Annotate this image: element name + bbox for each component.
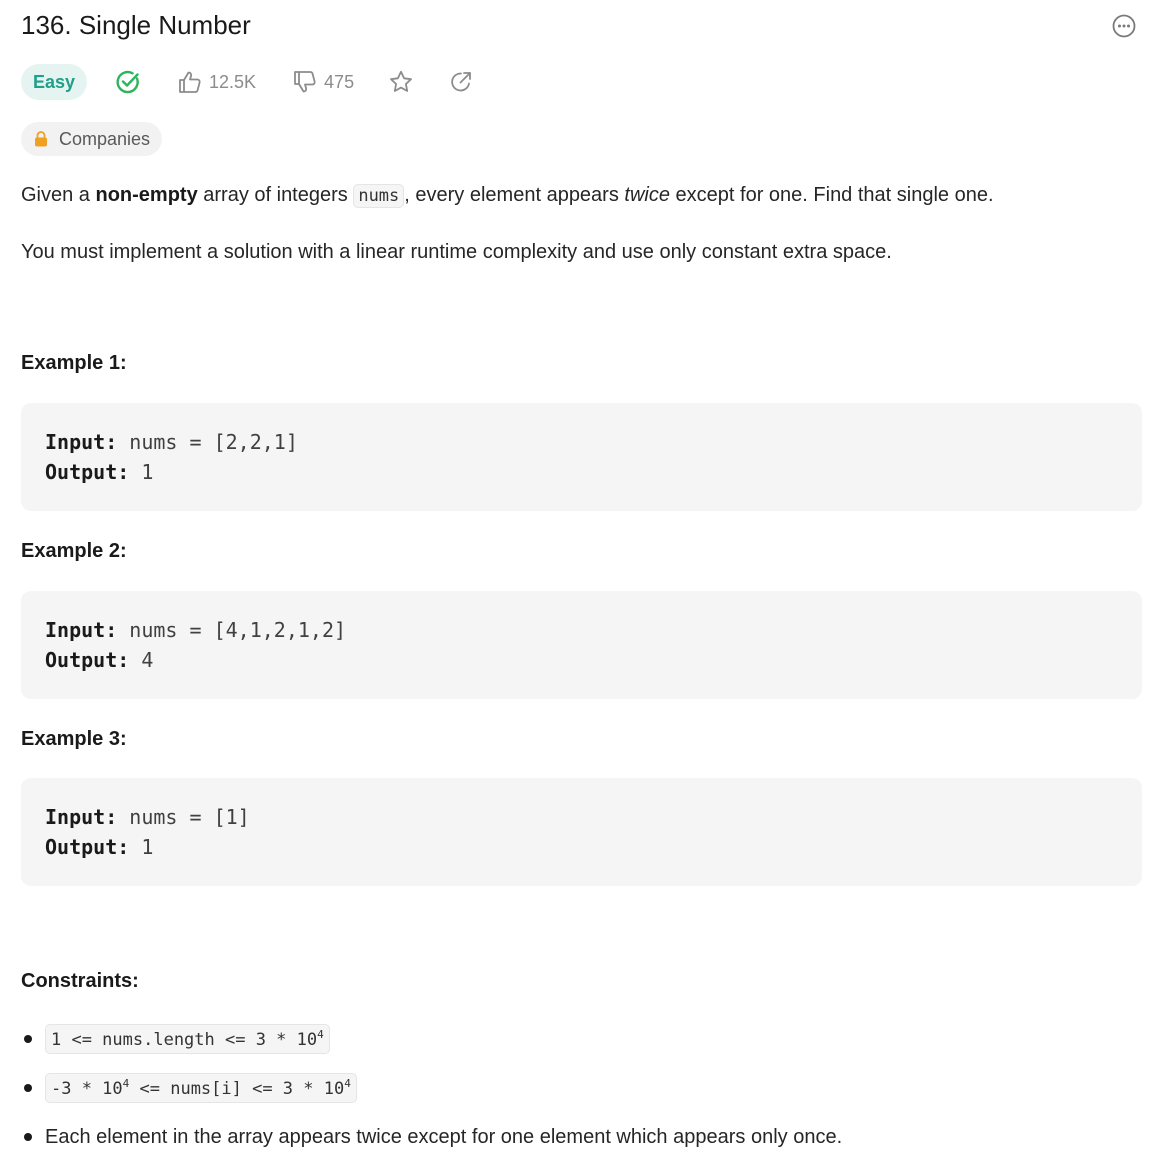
list-item: 1 <= nums.length <= 3 * 104 <box>21 1022 1121 1056</box>
solved-check-icon <box>116 70 139 94</box>
example-2-input: nums = [4,1,2,1,2] <box>117 618 347 642</box>
example-1-output-line: Output: 1 <box>45 457 1118 487</box>
constraint-text: Each element in the array appears twice … <box>45 1125 843 1148</box>
example-2-output-line: Output: 4 <box>45 645 1118 675</box>
constraint-text: <= nums[i] <= 3 * 10 <box>129 1079 345 1099</box>
example-3-box: Input: nums = [1] Output: 1 <box>21 778 1142 886</box>
output-label: Output: <box>45 648 130 672</box>
constraint-code: -3 * 104 <= nums[i] <= 3 * 104 <box>45 1073 357 1103</box>
example-3-output: 1 <box>129 835 154 859</box>
constraints-list: 1 <= nums.length <= 3 * 104 -3 * 104 <= … <box>21 1022 1121 1159</box>
problem-title: 136. Single Number <box>21 10 251 40</box>
input-label: Input: <box>45 805 118 829</box>
exponent: 4 <box>317 1028 324 1041</box>
inline-code-nums: nums <box>353 184 405 208</box>
like-count: 12.5K <box>209 71 257 92</box>
example-1-input-line: Input: nums = [2,2,1] <box>45 427 1118 457</box>
desc-bold: non-empty <box>95 184 198 206</box>
companies-label: Companies <box>59 128 151 149</box>
desc-text: except for one. Find that single one. <box>669 184 994 206</box>
companies-tag[interactable]: Companies <box>21 122 163 156</box>
star-icon[interactable] <box>388 69 414 95</box>
lock-icon <box>35 131 47 147</box>
list-item: Each element in the array appears twice … <box>21 1120 1121 1154</box>
input-label: Input: <box>45 618 118 642</box>
example-1-input: nums = [2,2,1] <box>117 430 298 454</box>
share-icon[interactable] <box>448 69 474 95</box>
example-2-box: Input: nums = [4,1,2,1,2] Output: 4 <box>21 591 1142 699</box>
example-3-input-line: Input: nums = [1] <box>45 802 1118 832</box>
thumbs-down-icon <box>294 71 316 93</box>
bullet-dot <box>24 1133 32 1141</box>
bullet-dot <box>24 1084 32 1092</box>
input-label: Input: <box>45 430 118 454</box>
example-2-input-line: Input: nums = [4,1,2,1,2] <box>45 615 1118 645</box>
desc-text: Given a <box>21 184 96 206</box>
example-3-title: Example 3: <box>21 728 127 750</box>
constraints-title: Constraints: <box>21 970 139 992</box>
description-paragraph-2: You must implement a solution with a lin… <box>21 241 892 263</box>
desc-italic: twice <box>624 184 670 206</box>
dislike-count: 475 <box>324 71 355 92</box>
list-item: -3 * 104 <= nums[i] <= 3 * 104 <box>21 1071 1121 1105</box>
output-label: Output: <box>45 460 130 484</box>
output-label: Output: <box>45 835 130 859</box>
constraint-code: 1 <= nums.length <= 3 * 104 <box>45 1024 330 1054</box>
desc-text: array of integers <box>197 184 354 206</box>
example-2-title: Example 2: <box>21 540 127 562</box>
example-3-output-line: Output: 1 <box>45 832 1118 862</box>
desc-text: , every element appears <box>404 184 625 206</box>
more-options-icon[interactable] <box>1112 14 1136 38</box>
bullet-dot <box>24 1035 32 1043</box>
dislike-button[interactable]: 475 <box>292 69 354 95</box>
example-3-input: nums = [1] <box>117 805 250 829</box>
description-paragraph-1: Given a non-empty array of integers nums… <box>21 184 994 208</box>
difficulty-badge: Easy <box>21 64 87 100</box>
constraint-text: 1 <= nums.length <= 3 * 10 <box>51 1030 318 1050</box>
example-1-box: Input: nums = [2,2,1] Output: 1 <box>21 403 1142 511</box>
problem-meta-row: Easy 12.5K 475 <box>21 64 474 100</box>
like-button[interactable]: 12.5K <box>177 69 256 95</box>
example-1-title: Example 1: <box>21 352 127 374</box>
constraint-text: -3 * 10 <box>51 1079 123 1099</box>
thumbs-up-icon <box>179 71 201 93</box>
example-1-output: 1 <box>129 460 154 484</box>
example-2-output: 4 <box>129 648 154 672</box>
exponent: 4 <box>344 1077 351 1090</box>
